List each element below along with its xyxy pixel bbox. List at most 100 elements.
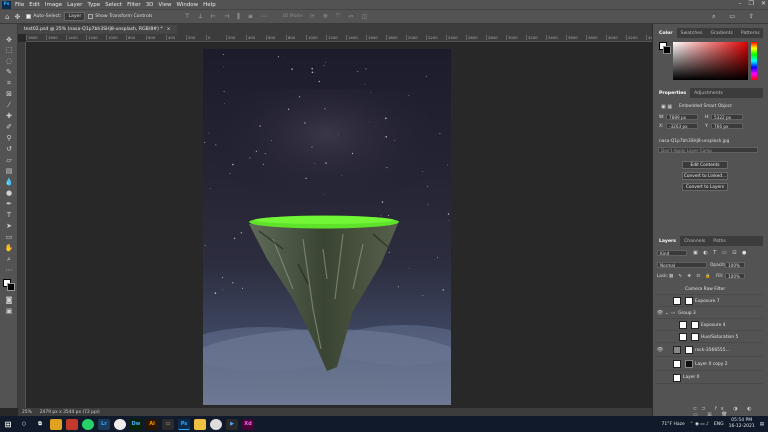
xd-icon[interactable]: Xd bbox=[242, 418, 254, 430]
healing-tool-icon[interactable]: ✚ bbox=[4, 112, 14, 121]
path-select-tool-icon[interactable]: ➤ bbox=[4, 222, 14, 231]
zoom-tool-icon[interactable]: ⌕ bbox=[4, 255, 14, 264]
task-view-icon[interactable]: ⧉ bbox=[34, 419, 46, 430]
color-field[interactable] bbox=[673, 42, 748, 80]
chrome-profile-icon[interactable] bbox=[114, 418, 126, 430]
eyedropper-tool-icon[interactable]: ⁄ bbox=[4, 101, 14, 110]
document-canvas[interactable] bbox=[203, 49, 451, 405]
clone-stamp-tool-icon[interactable]: ⚲ bbox=[4, 134, 14, 143]
hand-tool-icon[interactable]: ✋ bbox=[4, 244, 14, 253]
fill-field[interactable]: 100% bbox=[725, 273, 745, 279]
maximize-icon[interactable]: ❐ bbox=[749, 0, 754, 9]
more-tools-icon[interactable]: ⋯ bbox=[4, 266, 14, 275]
shape-tool-icon[interactable]: ▭ bbox=[4, 233, 14, 242]
blend-mode-dropdown[interactable]: Normal bbox=[657, 262, 707, 268]
history-brush-tool-icon[interactable]: ↺ bbox=[4, 145, 14, 154]
search-share-icons[interactable]: ⌕ ▭ ⇪ bbox=[712, 13, 760, 21]
layer-filter-kind[interactable]: Kind bbox=[657, 250, 687, 256]
menu-file[interactable]: File bbox=[15, 2, 24, 8]
tab-gradients[interactable]: Gradients bbox=[706, 28, 736, 38]
layer-row[interactable]: Exposure 4 bbox=[655, 320, 763, 331]
file-explorer-icon[interactable] bbox=[194, 418, 206, 430]
type-tool-icon[interactable]: T bbox=[4, 211, 14, 220]
lock-icons[interactable]: ▦ ✎ ✥ ⊡ 🔒 bbox=[669, 274, 713, 279]
gradient-tool-icon[interactable]: ▤ bbox=[4, 167, 14, 176]
minimize-icon[interactable]: – bbox=[739, 0, 742, 9]
layer-row[interactable]: Camera Raw Filter bbox=[655, 284, 763, 295]
tab-layers[interactable]: Layers bbox=[655, 236, 680, 246]
zoom-level[interactable]: 25% bbox=[22, 410, 32, 415]
y-field[interactable]: 766 px bbox=[711, 123, 743, 129]
menu-image[interactable]: Image bbox=[45, 2, 62, 8]
weather[interactable]: 71°F Haze bbox=[661, 422, 684, 427]
eye-icon[interactable]: 👁 bbox=[655, 347, 665, 353]
office-icon[interactable] bbox=[66, 418, 78, 430]
menu-window[interactable]: Window bbox=[176, 2, 198, 8]
dreamweaver-icon[interactable]: Dw bbox=[130, 418, 142, 430]
app-icon[interactable]: ▭ bbox=[162, 418, 174, 430]
close-tab-icon[interactable]: × bbox=[167, 27, 171, 32]
eye-icon[interactable]: 👁 bbox=[655, 310, 665, 316]
menu-view[interactable]: View bbox=[158, 2, 171, 8]
lasso-tool-icon[interactable]: ◌ bbox=[4, 57, 14, 66]
opacity-field[interactable]: 100% bbox=[725, 262, 745, 268]
clock[interactable]: 05:54 PM 16-12-2021 bbox=[729, 418, 755, 430]
marquee-tool-icon[interactable]: ⬚ bbox=[4, 46, 14, 55]
menu-help[interactable]: Help bbox=[203, 2, 216, 8]
photoshop-taskbar-icon[interactable]: Ps bbox=[178, 418, 190, 430]
language[interactable]: ENG bbox=[714, 422, 724, 427]
tray-icons[interactable]: ⌃ ◉ ▭ ♪ bbox=[690, 422, 709, 427]
frame-tool-icon[interactable]: ⊠ bbox=[4, 90, 14, 99]
illustrator-icon[interactable]: Ai bbox=[146, 418, 158, 430]
layer-row[interactable]: 👁 rock-3566555... bbox=[655, 344, 763, 357]
home-icon[interactable]: ⌂ bbox=[5, 13, 9, 21]
tab-properties[interactable]: Properties bbox=[655, 88, 691, 98]
tab-color[interactable]: Color bbox=[655, 28, 677, 38]
layer-comp-dropdown[interactable]: Don't Apply Layer Comp bbox=[658, 147, 758, 153]
layer-filter-icons[interactable]: ▣ ◐ T ▭ ⊡ ● bbox=[693, 250, 748, 256]
convert-to-linked-button[interactable]: Convert to Linked... bbox=[682, 172, 728, 180]
layer-row[interactable]: Hue/Saturation 5 bbox=[655, 332, 763, 343]
layer-row[interactable]: 👁 ⌄ ▭ Group 3 bbox=[655, 308, 763, 319]
auto-select-checkbox[interactable] bbox=[26, 14, 32, 19]
menu-type[interactable]: Type bbox=[87, 2, 100, 8]
menu-edit[interactable]: Edit bbox=[29, 2, 40, 8]
quick-select-tool-icon[interactable]: ✎ bbox=[4, 68, 14, 77]
chrome-icon[interactable] bbox=[210, 418, 222, 430]
vlc-icon[interactable] bbox=[50, 418, 62, 430]
3d-tools-icons[interactable]: ⟳ ✥ ⤧ ⇔ ◫ bbox=[310, 13, 370, 21]
close-icon[interactable]: ✕ bbox=[761, 0, 766, 9]
move-tool-icon[interactable]: ✥ bbox=[14, 13, 20, 21]
canvas-area[interactable] bbox=[26, 42, 652, 408]
height-field[interactable]: 5322 px bbox=[711, 114, 743, 120]
menu-3d[interactable]: 3D bbox=[146, 2, 154, 8]
convert-to-layers-button[interactable]: Convert to Layers bbox=[682, 183, 728, 191]
tab-paths[interactable]: Paths bbox=[709, 236, 730, 246]
edit-contents-button[interactable]: Edit Contents bbox=[682, 161, 728, 169]
blur-tool-icon[interactable]: 💧 bbox=[4, 178, 14, 187]
dodge-tool-icon[interactable]: ● bbox=[4, 189, 14, 198]
notifications-icon[interactable]: ▤ bbox=[760, 422, 764, 427]
screen-mode-icon[interactable]: ▣ bbox=[4, 307, 14, 316]
quick-mask-icon[interactable]: ◙ bbox=[4, 296, 14, 305]
brush-tool-icon[interactable]: ✐ bbox=[4, 123, 14, 132]
layer-row[interactable]: Layer 0 copy 2 bbox=[655, 358, 763, 371]
menu-layer[interactable]: Layer bbox=[67, 2, 82, 8]
lightroom-icon[interactable]: Lr bbox=[98, 418, 110, 430]
auto-select-target-dropdown[interactable]: Layer bbox=[64, 12, 86, 21]
menu-select[interactable]: Select bbox=[105, 2, 122, 8]
document-tab[interactable]: test02.psd @ 25% (nasa-Q1p7bh3SHj8-unspl… bbox=[18, 25, 177, 34]
tab-swatches[interactable]: Swatches bbox=[677, 28, 707, 38]
search-icon[interactable]: ○ bbox=[18, 419, 30, 430]
whatsapp-icon[interactable] bbox=[82, 418, 94, 430]
tab-channels[interactable]: Channels bbox=[680, 236, 709, 246]
layer-row[interactable]: Exposure 7 bbox=[655, 296, 763, 307]
crop-tool-icon[interactable]: ⌗ bbox=[4, 79, 14, 88]
menu-filter[interactable]: Filter bbox=[127, 2, 141, 8]
media-icon[interactable]: ▶ bbox=[226, 418, 238, 430]
background-color-swatch[interactable] bbox=[7, 283, 15, 291]
pen-tool-icon[interactable]: ✒ bbox=[4, 200, 14, 209]
show-transform-checkbox[interactable] bbox=[88, 14, 94, 19]
layer-row[interactable]: Layer 0 bbox=[655, 372, 763, 384]
width-field[interactable]: 7889 px bbox=[666, 114, 698, 120]
